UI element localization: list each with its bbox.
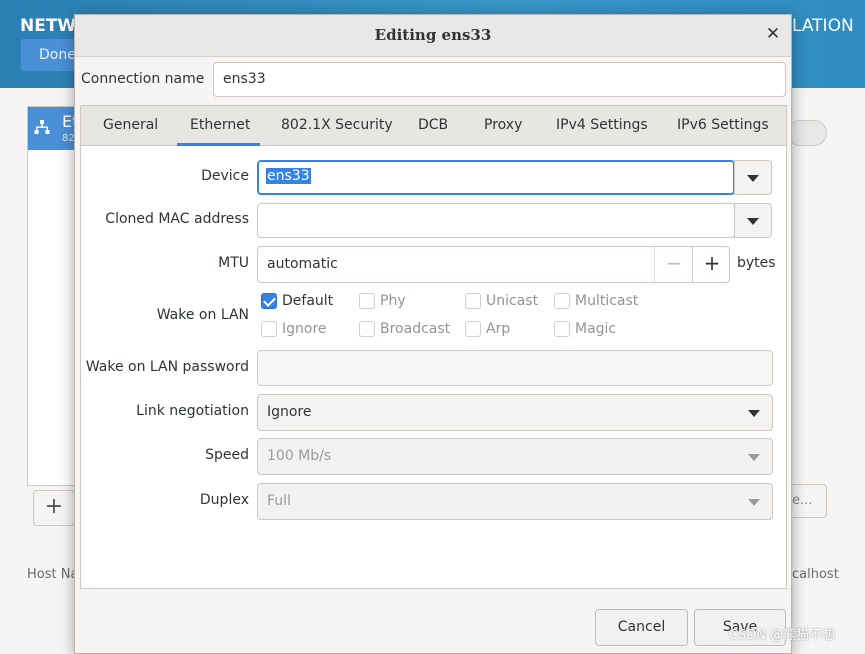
wol-password-input[interactable] <box>257 350 773 386</box>
cloned-mac-dropdown-button[interactable] <box>734 203 772 238</box>
wol-phy-checkbox[interactable] <box>359 293 375 309</box>
mtu-label: MTU <box>218 255 249 271</box>
tab-ipv6-settings[interactable]: IPv6 Settings <box>677 117 769 133</box>
duplex-label: Duplex <box>199 492 249 508</box>
wol-magic-label: Magic <box>575 321 617 337</box>
wol-default-checkbox[interactable] <box>261 293 277 309</box>
wol-phy-label: Phy <box>380 293 406 309</box>
wake-on-lan-label: Wake on LAN <box>156 307 249 323</box>
tab-proxy[interactable]: Proxy <box>484 117 522 133</box>
configure-button[interactable]: e... <box>787 484 827 518</box>
host-name-value: calhost <box>792 567 839 582</box>
connection-list-item[interactable]: Et 82 <box>28 107 78 150</box>
tab-ipv4-settings[interactable]: IPv4 Settings <box>556 117 648 133</box>
close-icon[interactable]: ✕ <box>763 24 783 46</box>
link-negotiation-value: Ignore <box>267 404 312 420</box>
watermark: CSDN @熊猫不想 <box>729 628 836 643</box>
device-label: Device <box>201 168 249 184</box>
link-negotiation-label: Link negotiation <box>136 403 249 419</box>
mtu-increment-button[interactable]: + <box>692 247 731 282</box>
wol-multicast-label: Multicast <box>575 293 639 309</box>
connection-toggle[interactable] <box>787 120 827 146</box>
installer-title: NETW <box>20 16 77 36</box>
cancel-button[interactable]: Cancel <box>595 609 688 646</box>
duplex-select: Full <box>257 483 773 520</box>
tab-general[interactable]: General <box>103 117 158 133</box>
wol-unicast-label: Unicast <box>486 293 539 309</box>
mtu-unit-label: bytes <box>737 255 776 271</box>
wol-ignore-checkbox[interactable] <box>261 321 277 337</box>
dialog-titlebar: Editing ens33 ✕ <box>75 15 791 57</box>
mtu-spinbutton[interactable]: automatic − + <box>257 246 730 283</box>
wol-ignore-label: Ignore <box>282 321 327 337</box>
device-input[interactable]: ens33 <box>257 160 735 195</box>
chevron-down-icon <box>747 175 759 182</box>
wol-default-label: Default <box>282 293 334 309</box>
tab-dcb[interactable]: DCB <box>418 117 448 133</box>
mtu-value: automatic <box>267 256 338 272</box>
settings-notebook: General Ethernet 802.1X Security DCB Pro… <box>80 105 787 589</box>
speed-select: 100 Mb/s <box>257 438 773 475</box>
chevron-down-icon <box>748 499 760 506</box>
device-dropdown-button[interactable] <box>734 160 772 195</box>
wol-broadcast-checkbox[interactable] <box>359 321 375 337</box>
connection-subtitle: 82 <box>62 133 75 144</box>
wol-magic-checkbox[interactable] <box>554 321 570 337</box>
wol-multicast-checkbox[interactable] <box>554 293 570 309</box>
cloned-mac-input[interactable] <box>257 203 735 238</box>
connection-name-input[interactable]: ens33 <box>213 62 786 97</box>
link-negotiation-select[interactable]: Ignore <box>257 394 773 431</box>
tab-ethernet[interactable]: Ethernet <box>190 117 250 133</box>
wol-unicast-checkbox[interactable] <box>465 293 481 309</box>
wol-arp-checkbox[interactable] <box>465 321 481 337</box>
device-value: ens33 <box>266 168 311 184</box>
wol-broadcast-label: Broadcast <box>380 321 451 337</box>
edit-connection-dialog: Editing ens33 ✕ Connection name ens33 Ge… <box>74 14 792 654</box>
duplex-value: Full <box>267 493 291 509</box>
dialog-title: Editing ens33 <box>374 26 492 44</box>
connection-name-label: Connection name <box>81 71 205 87</box>
tab-8021x-security[interactable]: 802.1X Security <box>281 117 393 133</box>
wol-password-label: Wake on LAN password <box>85 359 249 375</box>
chevron-down-icon <box>748 454 760 461</box>
chevron-down-icon <box>748 410 760 417</box>
tab-bar: General Ethernet 802.1X Security DCB Pro… <box>81 106 786 146</box>
speed-label: Speed <box>205 447 249 463</box>
speed-value: 100 Mb/s <box>267 448 332 464</box>
mtu-decrement-button[interactable]: − <box>654 247 693 282</box>
connection-list: Et 82 <box>27 106 78 486</box>
chevron-down-icon <box>747 218 759 225</box>
installer-product-title: LATION <box>792 16 854 36</box>
host-name-label: Host Na <box>27 567 79 582</box>
wol-arp-label: Arp <box>486 321 511 337</box>
active-tab-indicator <box>177 143 260 146</box>
cloned-mac-label: Cloned MAC address <box>105 211 249 227</box>
network-wired-icon <box>34 119 50 139</box>
